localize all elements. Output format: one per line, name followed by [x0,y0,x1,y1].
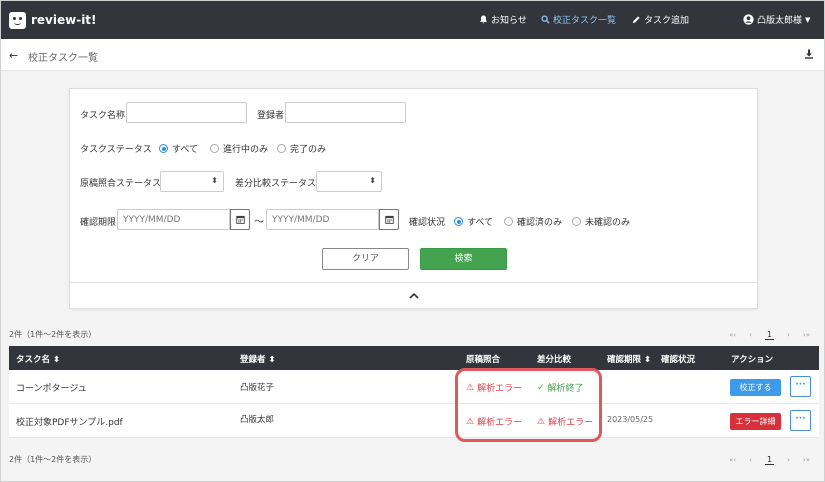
nav-task-list-label: 校正タスク一覧 [553,16,617,26]
confirm-radio-unconfirmed[interactable]: 未確認のみ [572,215,630,228]
pager-current[interactable]: 1 [765,455,775,465]
back-arrow-icon[interactable]: ← [9,49,18,62]
task-name-cell[interactable]: コーンポタージュ [16,381,87,394]
radio-dot [159,144,168,153]
calendar-icon [235,215,245,224]
status-radio-all[interactable]: すべて [159,142,198,155]
user-name: 凸版太郎様 [757,16,803,26]
task-name-input[interactable] [126,102,247,123]
pagination-bottom: «‹ ‹ 1 › ›» [729,455,810,465]
result-count-bottom: 2件（1件〜2件を表示） [9,455,97,464]
pager-current[interactable]: 1 [765,330,775,340]
calendar-icon [384,215,394,224]
clear-button[interactable]: クリア [322,248,409,270]
calendar-button-to[interactable] [379,209,399,230]
nav-add-task-label: タスク追加 [644,16,690,26]
nav-task-list[interactable]: 校正タスク一覧 [541,13,616,26]
radio-dot [504,217,513,226]
status-option-in-progress: 進行中のみ [223,145,269,155]
column-deadline[interactable]: 確認期限 ⬍ [607,353,651,365]
manuscript-status-label: 原稿照合ステータス [80,179,162,189]
search-button[interactable]: 検索 [420,248,507,270]
nav-add-task[interactable]: タスク追加 [632,13,689,26]
confirm-radio-confirmed[interactable]: 確認済のみ [504,215,562,228]
confirm-option-confirmed: 確認済のみ [517,218,563,228]
task-name-cell[interactable]: 校正対象PDFサンプル.pdf [16,415,123,428]
pencil-icon [632,16,640,24]
registrant-cell: 凸版花子 [240,383,275,393]
chevron-up-icon [408,292,419,299]
nav-notice-label: お知らせ [491,16,527,26]
more-options-button[interactable]: ··· [790,410,811,431]
column-confirm: 確認状況 [661,355,696,365]
pager-first-icon[interactable]: «‹ [729,456,736,464]
status-option-all: すべて [172,145,199,155]
registrant-input[interactable] [285,102,406,123]
column-task-name[interactable]: タスク名 ⬍ [16,353,60,365]
deadline-cell: 2023/05/25 [607,415,654,424]
collapse-toggle[interactable] [70,282,757,308]
confirm-option-unconfirmed: 未確認のみ [585,218,631,228]
column-diff: 差分比較 [537,355,572,365]
search-icon [541,15,550,24]
logo-icon [9,11,26,29]
date-range-separator: 〜 [254,217,264,228]
registrant-label: 登録者 [257,111,285,121]
error-detail-button[interactable]: エラー詳細 [730,413,781,430]
task-name-label: タスク名称 [80,111,126,121]
deadline-from-input[interactable] [117,209,230,230]
pager-first-icon[interactable]: «‹ [729,331,736,339]
download-icon[interactable] [804,49,814,59]
user-menu[interactable]: 凸版太郎様 ▼ [743,13,810,26]
deadline-label: 確認期限 [80,218,117,228]
status-highlight-frame [455,368,602,442]
pager-prev-icon[interactable]: ‹ [749,456,752,464]
manuscript-status-select[interactable] [160,171,224,192]
task-status-label: タスクステータス [80,145,152,155]
radio-dot [454,217,463,226]
pager-next-icon[interactable]: › [787,456,790,464]
chevron-down-icon: ▼ [805,15,811,24]
pagination-top: «‹ ‹ 1 › ›» [729,330,810,340]
user-avatar-icon [743,14,754,25]
status-radio-complete[interactable]: 完了のみ [277,142,326,155]
radio-dot [572,217,581,226]
column-registrant[interactable]: 登録者 ⬍ [240,353,276,365]
column-manuscript: 原稿照合 [466,355,501,365]
pager-next-icon[interactable]: › [787,331,790,339]
confirm-radio-all[interactable]: すべて [454,215,493,228]
task-table: タスク名 ⬍ 登録者 ⬍ 原稿照合 差分比較 確認期限 ⬍ 確認状況 アクション… [9,346,819,438]
table-header: タスク名 ⬍ 登録者 ⬍ 原稿照合 差分比較 確認期限 ⬍ 確認状況 アクション [9,346,819,370]
diff-status-select[interactable] [316,171,382,192]
pager-prev-icon[interactable]: ‹ [749,331,752,339]
radio-dot [210,144,219,153]
page-title: 校正タスク一覧 [28,53,98,64]
top-navbar: review-it! お知らせ 校正タスク一覧 タスク追加 凸版太郎様 ▼ [1,1,824,39]
pager-last-icon[interactable]: ›» [803,331,810,339]
app-name: review-it! [31,13,97,27]
more-options-button[interactable]: ··· [790,376,811,397]
page-header: ← 校正タスク一覧 [1,39,824,71]
result-count-top: 2件（1件〜2件を表示） [9,330,97,339]
deadline-to-input[interactable] [266,209,379,230]
bell-icon [479,15,488,24]
proofread-button[interactable]: 校正する [730,379,781,396]
nav-notice[interactable]: お知らせ [479,13,527,26]
diff-status-label: 差分比較ステータス [235,179,317,189]
pager-last-icon[interactable]: ›» [803,456,810,464]
search-panel: タスク名称 登録者 タスクステータス すべて 進行中のみ 完了のみ 原稿照合ステ… [69,88,758,309]
status-radio-in-progress[interactable]: 進行中のみ [210,142,268,155]
radio-dot [277,144,286,153]
table-row: 校正対象PDFサンプル.pdf 凸版太郎 ⚠ 解析エラー ⚠ 解析エラー 2023/… [9,404,819,438]
confirm-status-label: 確認状況 [409,218,446,228]
table-row: コーンポタージュ 凸版花子 ⚠ 解析エラー ✓ 解析終了 校正する ··· [9,370,819,404]
calendar-button-from[interactable] [230,209,250,230]
app-logo[interactable]: review-it! [9,9,97,31]
registrant-cell: 凸版太郎 [240,415,275,425]
column-action: アクション [731,355,774,365]
status-option-complete: 完了のみ [290,145,327,155]
confirm-option-all: すべて [467,218,494,228]
